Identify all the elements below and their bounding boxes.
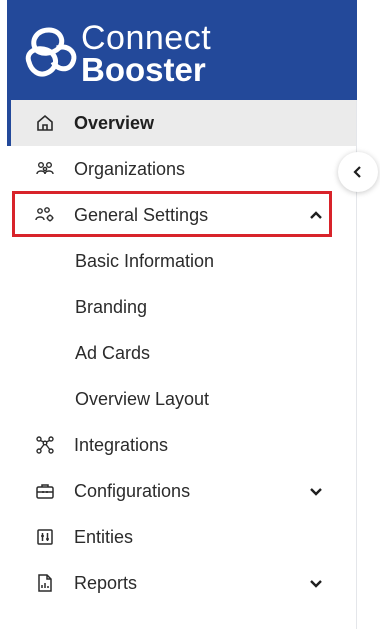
- sidebar-item-entities[interactable]: Entities: [7, 514, 357, 560]
- sidebar-item-label: Overview: [74, 112, 155, 133]
- sidebar-item-label: Integrations: [74, 434, 169, 455]
- sidebar-item-organizations[interactable]: Organizations: [7, 146, 357, 192]
- chevron-up-icon[interactable]: [307, 206, 325, 224]
- sidebar-item-integrations[interactable]: Integrations: [7, 422, 357, 468]
- sidebar-subitem-label: Overview Layout: [75, 388, 210, 409]
- sidebar-item-general-settings[interactable]: General Settings: [7, 192, 357, 238]
- brand-line1: Connect: [81, 19, 212, 57]
- sliders-icon: [35, 527, 55, 547]
- sidebar-item-label: Configurations: [74, 480, 191, 501]
- brand-line2: Booster: [81, 51, 206, 88]
- users-icon: [35, 159, 55, 179]
- sidebar-item-reports[interactable]: Reports: [7, 560, 357, 606]
- sidebar-item-label: Entities: [74, 526, 134, 547]
- chevron-down-icon[interactable]: [307, 574, 325, 592]
- sidebar: Connect Booster Overview Organizations G…: [7, 0, 357, 629]
- sidebar-subitem-label: Basic Information: [75, 250, 215, 271]
- toolbox-icon: [35, 481, 55, 501]
- collapse-sidebar-button[interactable]: [338, 152, 378, 192]
- sidebar-item-label: General Settings: [74, 204, 209, 225]
- report-icon: [35, 573, 55, 593]
- sidebar-item-label: Organizations: [74, 158, 186, 179]
- sidebar-item-configurations[interactable]: Configurations: [7, 468, 357, 514]
- sidebar-subitem-ad-cards[interactable]: Ad Cards: [7, 330, 357, 376]
- connect-booster-logo-icon[interactable]: [19, 22, 81, 80]
- sidebar-subitem-label: Ad Cards: [75, 342, 151, 363]
- sidebar-nav: Overview Organizations General Settings …: [7, 100, 357, 606]
- brand-name: Connect Booster: [81, 21, 211, 86]
- sidebar-subitem-basic-information[interactable]: Basic Information: [7, 238, 357, 284]
- home-icon: [35, 113, 55, 133]
- chevron-left-icon: [353, 166, 361, 178]
- network-icon: [35, 435, 55, 455]
- sidebar-header: Connect Booster: [7, 0, 357, 100]
- sidebar-item-overview[interactable]: Overview: [7, 100, 357, 146]
- sidebar-subitem-label: Branding: [75, 296, 148, 317]
- sidebar-subitem-overview-layout[interactable]: Overview Layout: [7, 376, 357, 422]
- user-settings-icon: [35, 205, 55, 225]
- sidebar-subitem-branding[interactable]: Branding: [7, 284, 357, 330]
- sidebar-item-label: Reports: [74, 572, 138, 593]
- chevron-down-icon[interactable]: [307, 482, 325, 500]
